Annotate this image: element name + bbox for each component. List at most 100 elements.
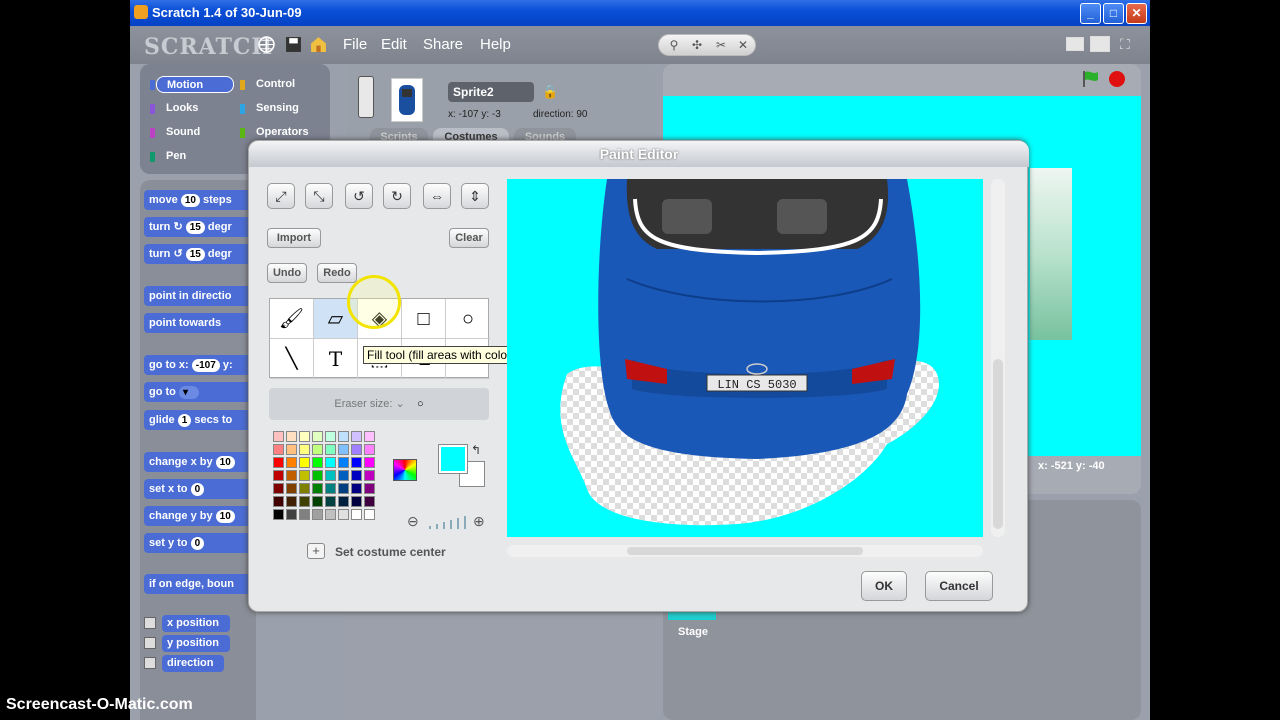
- rectangle-icon[interactable]: □: [402, 299, 446, 339]
- color-swatch[interactable]: [351, 470, 362, 481]
- import-button[interactable]: Import: [267, 228, 321, 248]
- paint-canvas[interactable]: LIN CS 5030: [507, 179, 983, 537]
- color-swatch[interactable]: [338, 431, 349, 442]
- block-goto[interactable]: go to ▾: [144, 382, 254, 402]
- category-looks[interactable]: Looks: [156, 100, 234, 117]
- swap-colors-icon[interactable]: ↰: [471, 443, 481, 457]
- ellipse-icon[interactable]: ○: [446, 299, 490, 339]
- zoom-out-icon[interactable]: ⊖: [407, 513, 419, 530]
- color-swatch[interactable]: [338, 496, 349, 507]
- vertical-scroll-thumb[interactable]: [993, 359, 1003, 529]
- color-swatch[interactable]: [325, 431, 336, 442]
- block-input[interactable]: 10: [215, 456, 235, 469]
- color-swatch[interactable]: [364, 496, 375, 507]
- vertical-scrollbar[interactable]: [991, 179, 1005, 537]
- block-point-towards[interactable]: point towards: [144, 313, 254, 333]
- color-swatch[interactable]: [364, 509, 375, 520]
- ok-button[interactable]: OK: [861, 571, 907, 601]
- color-swatch[interactable]: [299, 470, 310, 481]
- color-swatch[interactable]: [273, 496, 284, 507]
- color-swatch[interactable]: [299, 431, 310, 442]
- block-set-y[interactable]: set y to 0: [144, 533, 254, 553]
- color-swatch[interactable]: [364, 470, 375, 481]
- stop-sign-icon[interactable]: [1108, 70, 1126, 88]
- color-swatch[interactable]: [312, 483, 323, 494]
- block-input[interactable]: 0: [190, 537, 205, 550]
- stage-thumbnail[interactable]: [668, 612, 716, 620]
- block-set-x[interactable]: set x to 0: [144, 479, 254, 499]
- direction-checkbox[interactable]: [144, 657, 156, 669]
- block-input[interactable]: -107: [191, 359, 220, 372]
- color-swatch[interactable]: [286, 509, 297, 520]
- color-swatch[interactable]: [286, 470, 297, 481]
- color-swatch[interactable]: [299, 509, 310, 520]
- set-costume-center-label[interactable]: Set costume center: [335, 545, 446, 559]
- category-motion[interactable]: Motion: [156, 76, 234, 93]
- color-palette[interactable]: [273, 431, 383, 531]
- color-swatch[interactable]: [351, 431, 362, 442]
- color-swatch[interactable]: [325, 444, 336, 455]
- color-swatch[interactable]: [286, 457, 297, 468]
- cancel-button[interactable]: Cancel: [925, 571, 993, 601]
- block-input[interactable]: 10: [180, 194, 200, 207]
- line-icon[interactable]: ╲: [270, 339, 314, 379]
- save-icon[interactable]: [285, 36, 302, 53]
- color-swatch[interactable]: [338, 470, 349, 481]
- reporter-x-position[interactable]: x position: [162, 615, 230, 632]
- color-swatch[interactable]: [351, 457, 362, 468]
- reporter-direction[interactable]: direction: [162, 655, 224, 672]
- color-swatch[interactable]: [325, 509, 336, 520]
- color-swatch[interactable]: [364, 444, 375, 455]
- color-swatch[interactable]: [351, 509, 362, 520]
- block-input[interactable]: 0: [190, 483, 205, 496]
- color-swatch[interactable]: [364, 483, 375, 494]
- color-swatch[interactable]: [312, 457, 323, 468]
- color-swatch[interactable]: [299, 444, 310, 455]
- category-control[interactable]: Control: [246, 76, 324, 93]
- maximize-button[interactable]: □: [1103, 3, 1124, 24]
- color-swatch[interactable]: [338, 483, 349, 494]
- color-swatch[interactable]: [286, 496, 297, 507]
- color-swatch[interactable]: [338, 444, 349, 455]
- sprite-name-field[interactable]: Sprite2: [448, 82, 534, 102]
- color-swatch[interactable]: [286, 483, 297, 494]
- block-point-direction[interactable]: point in directio: [144, 286, 254, 306]
- color-swatch[interactable]: [338, 509, 349, 520]
- color-swatch[interactable]: [273, 470, 284, 481]
- undo-button[interactable]: Undo: [267, 263, 307, 283]
- category-pen[interactable]: Pen: [156, 148, 234, 165]
- scissors-icon[interactable]: ✂: [709, 38, 733, 52]
- color-swatch[interactable]: [299, 457, 310, 468]
- stamp-tool-icon[interactable]: ⚲: [662, 38, 686, 52]
- color-swatch[interactable]: [364, 431, 375, 442]
- reporter-y-position[interactable]: y position: [162, 635, 230, 652]
- chevron-down-icon[interactable]: ⌄: [396, 398, 405, 410]
- globe-icon[interactable]: [258, 36, 275, 53]
- category-sound[interactable]: Sound: [156, 124, 234, 141]
- color-swatch[interactable]: [325, 483, 336, 494]
- close-button[interactable]: ✕: [1126, 3, 1147, 24]
- color-swatch[interactable]: [325, 470, 336, 481]
- color-swatch[interactable]: [273, 444, 284, 455]
- block-input[interactable]: 10: [215, 510, 235, 523]
- normal-stage-button[interactable]: [1090, 36, 1110, 52]
- rotate-cw-icon[interactable]: ↻: [383, 183, 411, 209]
- color-swatch[interactable]: [312, 509, 323, 520]
- xpos-checkbox[interactable]: [144, 617, 156, 629]
- paintbrush-icon[interactable]: 🖌: [270, 299, 314, 339]
- color-swatch[interactable]: [286, 444, 297, 455]
- block-turn-ccw[interactable]: turn ↺ 15 degr: [144, 244, 254, 264]
- primary-color-swatch[interactable]: [438, 444, 468, 474]
- color-swatch[interactable]: [351, 444, 362, 455]
- block-glide[interactable]: glide 1 secs to: [144, 410, 254, 430]
- block-goto-xy[interactable]: go to x: -107 y:: [144, 355, 254, 375]
- crosshair-icon[interactable]: +: [307, 543, 325, 559]
- shrink-icon[interactable]: ⤡: [305, 183, 333, 209]
- color-swatch[interactable]: [299, 496, 310, 507]
- color-swatch[interactable]: [312, 496, 323, 507]
- redo-button[interactable]: Redo: [317, 263, 357, 283]
- color-swatch[interactable]: [312, 470, 323, 481]
- grow-icon[interactable]: ⤢: [267, 183, 295, 209]
- color-swatch[interactable]: [299, 483, 310, 494]
- color-swatch[interactable]: [273, 431, 284, 442]
